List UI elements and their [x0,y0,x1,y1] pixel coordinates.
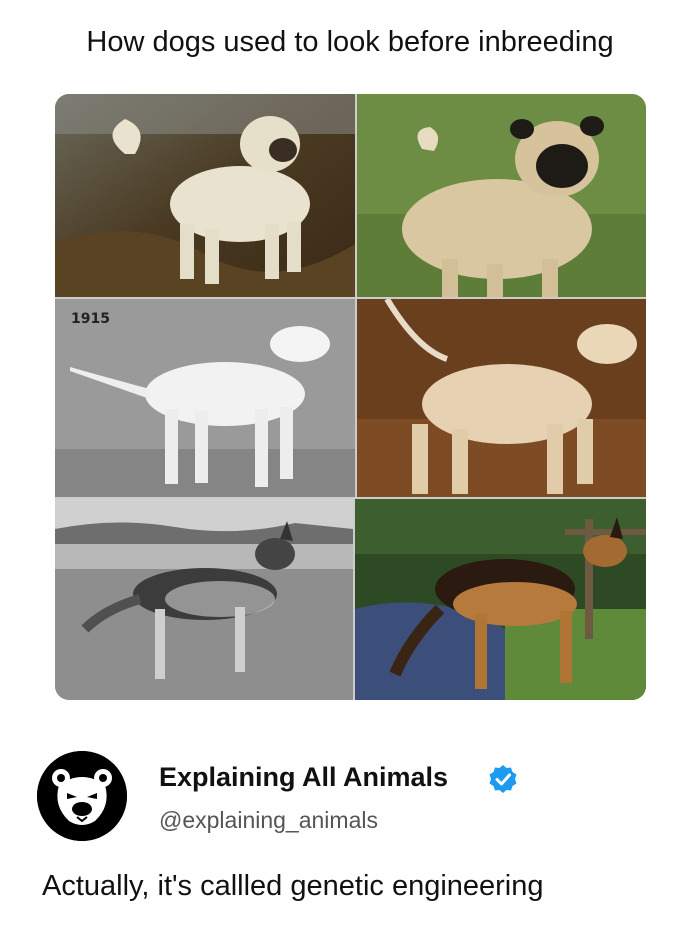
dog-photo-collage: 1915 [55,94,646,700]
photo-modern-german-shepherd [355,499,646,700]
photo-year-label: 1915 [71,311,110,327]
photo-old-bull-terrier: 1915 [55,299,355,497]
photo-modern-pug [357,94,646,297]
photo-old-german-shepherd [55,499,353,700]
profile-name[interactable]: Explaining All Animals [159,762,448,793]
bear-face-icon [37,751,127,841]
profile-handle[interactable]: @explaining_animals [159,807,378,834]
photo-modern-bull-terrier [357,299,646,497]
profile-avatar[interactable] [37,751,127,841]
meme-title: How dogs used to look before inbreeding [86,26,614,58]
photo-old-pug [55,94,355,297]
post-caption: Actually, it's callled genetic engineeri… [42,870,544,902]
verified-badge-icon [489,765,517,793]
profile-card: Explaining All Animals @explaining_anima… [0,712,700,862]
